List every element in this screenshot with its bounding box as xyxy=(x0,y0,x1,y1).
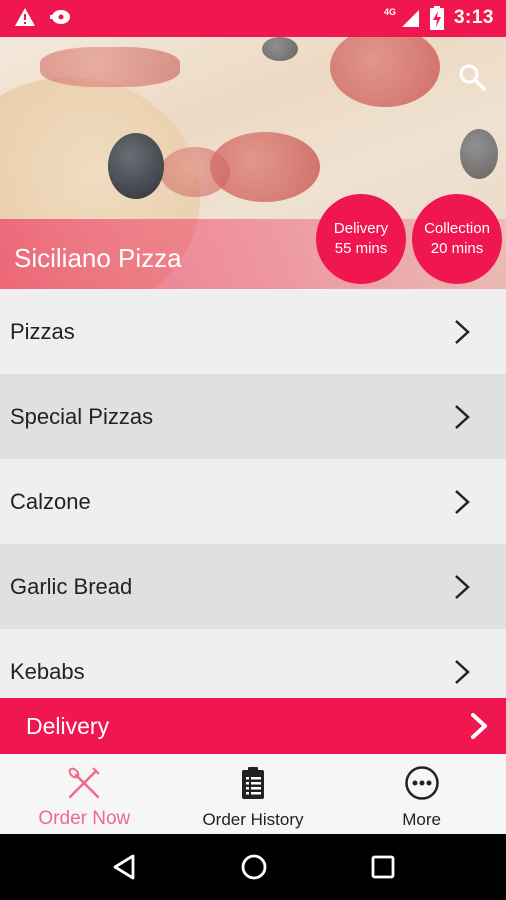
delivery-badge-label: Delivery xyxy=(333,220,389,237)
nav-order-history-label: Order History xyxy=(202,810,304,829)
delivery-badge-time: 55 mins xyxy=(334,240,388,257)
system-navigation-bar xyxy=(0,834,506,900)
chevron-right-icon xyxy=(471,713,487,739)
menu-item-label: Garlic Bread xyxy=(10,573,133,599)
more-dots-icon xyxy=(403,764,441,802)
menu-item-label: Kebabs xyxy=(10,658,85,684)
nav-order-now[interactable]: Order Now xyxy=(0,754,169,834)
menu-item-label: Calzone xyxy=(10,488,91,514)
chevron-right-icon xyxy=(455,404,470,429)
nav-order-now-label: Order Now xyxy=(38,808,131,829)
menu-item-special-pizzas[interactable]: Special Pizzas xyxy=(0,374,506,459)
menu-category-list: Pizzas Special Pizzas Calzone Garlic Bre… xyxy=(0,289,506,714)
chevron-right-icon xyxy=(455,489,470,514)
cast-icon xyxy=(50,10,70,24)
signal-icon xyxy=(401,10,419,27)
order-mode-bar[interactable]: Delivery xyxy=(0,698,506,754)
collection-badge-time: 20 mins xyxy=(430,240,484,257)
nav-order-history[interactable]: Order History xyxy=(169,754,338,834)
chevron-right-icon xyxy=(455,319,470,344)
chevron-right-icon xyxy=(455,659,470,684)
hero-image-pepperoni xyxy=(330,37,440,107)
bottom-navigation: Order Now Order History More xyxy=(0,754,506,834)
menu-item-garlic-bread[interactable]: Garlic Bread xyxy=(0,544,506,629)
hero-image-olive xyxy=(460,129,498,179)
status-bar-right: 4G 3:13 xyxy=(378,6,494,30)
clock: 3:13 xyxy=(453,7,494,28)
menu-item-label: Pizzas xyxy=(10,318,75,344)
nav-more[interactable]: More xyxy=(337,754,506,834)
collection-badge-label: Collection xyxy=(424,220,490,237)
fork-knife-icon xyxy=(65,764,103,802)
menu-item-calzone[interactable]: Calzone xyxy=(0,459,506,544)
status-bar-left xyxy=(14,7,72,27)
warning-icon xyxy=(15,8,35,26)
search-icon[interactable] xyxy=(458,63,486,91)
chevron-right-icon xyxy=(455,574,470,599)
collection-time-badge: Collection 20 mins xyxy=(412,194,502,284)
hero-image-olive xyxy=(108,133,164,199)
order-mode-label: Delivery xyxy=(26,712,110,739)
nav-more-label: More xyxy=(402,810,441,829)
clipboard-list-icon xyxy=(234,764,272,802)
home-icon[interactable] xyxy=(240,853,268,881)
restaurant-hero: Siciliano Pizza Delivery 55 mins Collect… xyxy=(0,37,506,289)
delivery-time-badge: Delivery 55 mins xyxy=(316,194,406,284)
recents-icon[interactable] xyxy=(371,855,395,879)
hero-image-olive xyxy=(262,37,298,61)
hero-image-pepperoni xyxy=(40,47,180,87)
hero-image-pepperoni xyxy=(160,147,230,197)
menu-item-pizzas[interactable]: Pizzas xyxy=(0,289,506,374)
menu-item-label: Special Pizzas xyxy=(10,403,154,429)
network-type: 4G xyxy=(383,7,396,17)
back-icon[interactable] xyxy=(111,853,137,881)
battery-charging-icon xyxy=(429,6,444,30)
status-bar: 4G 3:13 xyxy=(0,0,506,37)
restaurant-name: Siciliano Pizza xyxy=(14,243,182,273)
